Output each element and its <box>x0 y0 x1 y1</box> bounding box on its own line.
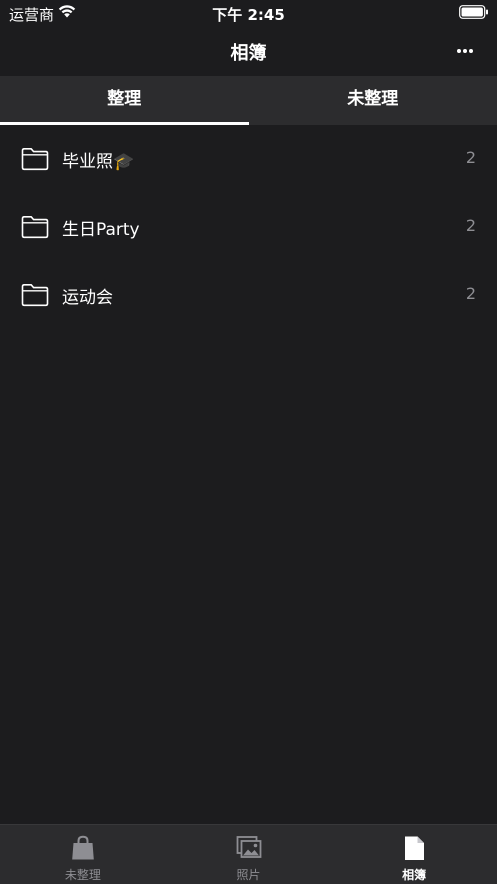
tab-unorganized-bottom[interactable]: 未整理 <box>0 825 166 884</box>
album-count: 2 <box>466 284 476 303</box>
list-item[interactable]: 运动会 2 <box>0 261 497 329</box>
album-count: 2 <box>466 148 476 167</box>
bag-icon <box>69 834 97 862</box>
status-time: 下午 2:45 <box>0 4 497 25</box>
list-item[interactable]: 毕业照🎓 2 <box>0 125 497 193</box>
photos-icon <box>235 834 263 862</box>
folder-icon <box>21 283 49 307</box>
album-name: 毕业照🎓 <box>62 147 134 172</box>
album-list: 毕业照🎓 2 生日Party 2 运动会 2 <box>0 125 497 329</box>
more-button[interactable] <box>453 40 477 62</box>
document-icon <box>400 834 428 862</box>
battery-icon <box>459 5 489 19</box>
status-bar: 运营商 下午 2:45 <box>0 0 497 26</box>
tab-label: 相簿 <box>331 866 497 883</box>
tab-label: 照片 <box>166 866 332 883</box>
tab-unorganized[interactable]: 未整理 <box>249 76 497 125</box>
tab-label: 未整理 <box>0 866 166 883</box>
album-name: 运动会 <box>62 283 113 308</box>
folder-icon <box>21 215 49 239</box>
page-title: 相簿 <box>0 39 497 65</box>
tab-organized-label: 整理 <box>107 89 141 109</box>
tab-albums[interactable]: 相簿 <box>331 825 497 884</box>
navigation-bar: 相簿 <box>0 26 497 76</box>
folder-icon <box>21 147 49 171</box>
ellipsis-icon <box>456 48 474 54</box>
tab-organized[interactable]: 整理 <box>0 76 249 125</box>
bottom-tab-bar: 未整理 照片 相簿 <box>0 824 497 884</box>
list-item[interactable]: 生日Party 2 <box>0 193 497 261</box>
tab-photos[interactable]: 照片 <box>166 825 332 884</box>
tab-unorganized-label: 未整理 <box>347 89 398 109</box>
segment-control: 整理 未整理 <box>0 76 497 125</box>
album-count: 2 <box>466 216 476 235</box>
album-name: 生日Party <box>62 215 140 240</box>
